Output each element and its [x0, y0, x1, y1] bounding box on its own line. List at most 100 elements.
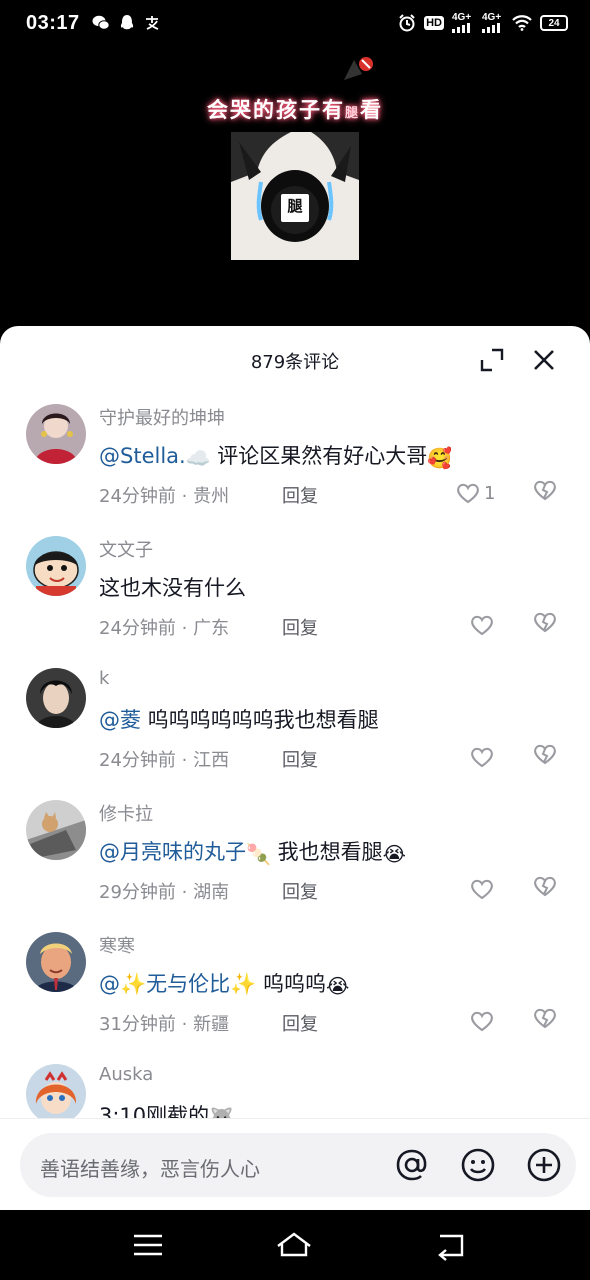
comment-text: 3:10刚截的🐺 — [99, 1100, 234, 1118]
comment-location: 贵州 — [193, 486, 230, 507]
comment-item: 文文子 这也木没有什么 24分钟前 · 广东 回复 — [0, 528, 590, 660]
comment-body: 这也木没有什么 — [99, 576, 246, 600]
comment-time: 24分钟前 — [99, 618, 176, 639]
comment-item: 守护最好的坤坤 @Stella.☁️ 评论区果然有好心大哥🥰 24分钟前 · 贵… — [0, 396, 590, 528]
comment-meta: 24分钟前 · 江西 — [99, 750, 230, 771]
comment-meta: 24分钟前 · 广东 — [99, 618, 230, 639]
back-button[interactable] — [430, 1228, 470, 1262]
avatar[interactable] — [26, 932, 86, 992]
avatar[interactable] — [26, 404, 86, 464]
status-time: 03:17 — [26, 11, 80, 34]
comment-item: 寒寒 @✨无与伦比✨ 呜呜呜😭 31分钟前 · 新疆 回复 — [0, 924, 590, 1056]
menu-button[interactable] — [128, 1228, 168, 1262]
video-player[interactable]: 会哭的孩子有腿看 腿 — [0, 46, 590, 328]
like-button[interactable]: 1 — [456, 478, 495, 508]
comment-username[interactable]: k — [99, 668, 109, 689]
comment-body: 3:10刚截的 — [99, 1104, 210, 1118]
avatar[interactable] — [26, 1064, 86, 1118]
comment-username[interactable]: 守护最好的坤坤 — [99, 404, 225, 430]
emoji-icon[interactable] — [460, 1147, 496, 1183]
comment-input-bar: 善语结善缘，恶言伤人心 — [0, 1118, 590, 1210]
heart-icon — [471, 747, 493, 768]
reply-button[interactable]: 回复 — [282, 1010, 318, 1036]
comment-sheet-header: 879条评论 — [0, 326, 590, 394]
comment-item: k @菱 呜呜呜呜呜呜我也想看腿 24分钟前 · 江西 回复 — [0, 660, 590, 792]
mention-link[interactable]: @Stella. — [99, 444, 186, 468]
video-caption-small: 腿 — [344, 106, 360, 121]
broken-heart-icon — [534, 480, 556, 501]
comment-list[interactable]: 守护最好的坤坤 @Stella.☁️ 评论区果然有好心大哥🥰 24分钟前 · 贵… — [0, 396, 590, 1118]
at-icon[interactable] — [394, 1147, 430, 1183]
qq-icon — [120, 14, 134, 32]
expand-icon — [480, 348, 504, 372]
video-caption-end: 看 — [360, 98, 383, 122]
video-caption: 会哭的孩子有腿看 — [0, 94, 590, 124]
avatar[interactable] — [26, 668, 86, 728]
comment-meta: 31分钟前 · 新疆 — [99, 1014, 230, 1035]
comment-body: 评论区果然有好心大哥 — [210, 444, 428, 468]
reply-button[interactable]: 回复 — [282, 746, 318, 772]
comment-text: 这也木没有什么 — [99, 572, 246, 602]
comment-body: 呜呜呜呜呜呜我也想看腿 — [141, 708, 379, 732]
dislike-button[interactable] — [532, 1006, 560, 1036]
reply-button[interactable]: 回复 — [282, 614, 318, 640]
like-button[interactable] — [470, 1006, 494, 1036]
back-icon — [438, 1234, 464, 1261]
dango-emoji: 🍡 — [246, 842, 271, 866]
comment-text: @✨无与伦比✨ 呜呜呜😭 — [99, 968, 349, 998]
meme-caption: 腿 — [287, 197, 303, 215]
comment-username[interactable]: 修卡拉 — [99, 800, 153, 826]
avatar[interactable] — [26, 800, 86, 860]
screen: 03:17 HD 4G+ 4G+ 24 会哭的孩子有腿看 腿 879条评论 守护… — [0, 0, 590, 1280]
like-button[interactable] — [470, 874, 494, 904]
alarm-icon — [398, 14, 416, 32]
comment-input[interactable]: 善语结善缘，恶言伤人心 — [20, 1133, 576, 1197]
reply-button[interactable]: 回复 — [282, 482, 318, 508]
comment-text: @月亮味的丸子🍡 我也想看腿😭 — [99, 836, 406, 866]
dislike-button[interactable] — [532, 478, 560, 508]
comment-username[interactable]: 寒寒 — [99, 932, 135, 958]
comment-meta: 29分钟前 · 湖南 — [99, 882, 230, 903]
comment-time: 24分钟前 — [99, 750, 176, 771]
comment-body: 呜呜呜 — [256, 972, 326, 996]
wifi-icon — [512, 15, 532, 31]
reply-button[interactable]: 回复 — [282, 878, 318, 904]
wechat-icon — [92, 15, 110, 31]
mention-link[interactable]: @✨无与伦比✨ — [99, 972, 256, 996]
broken-heart-icon — [534, 612, 556, 633]
crying-emoji: 😭 — [382, 842, 406, 866]
cat-meme-image: 腿 — [231, 132, 359, 260]
home-button[interactable] — [274, 1228, 314, 1262]
comment-time: 31分钟前 — [99, 1014, 176, 1035]
wolf-emoji: 🐺 — [209, 1106, 235, 1118]
plus-circle-icon[interactable] — [526, 1147, 562, 1183]
avatar[interactable] — [26, 536, 86, 596]
dislike-button[interactable] — [532, 742, 560, 772]
close-button[interactable] — [530, 346, 558, 374]
status-right: HD 4G+ 4G+ 24 — [398, 13, 568, 33]
comment-username[interactable]: 文文子 — [99, 536, 153, 562]
mention-link[interactable]: @菱 — [99, 708, 141, 732]
comment-meta: 24分钟前 · 贵州 — [99, 486, 230, 507]
signal-2-icon: 4G+ — [482, 13, 504, 33]
mention-link[interactable]: @月亮味的丸子 — [99, 840, 246, 864]
dislike-button[interactable] — [532, 610, 560, 640]
video-caption-main: 会哭的孩子有 — [206, 98, 345, 122]
close-icon — [534, 350, 554, 370]
like-button[interactable] — [470, 610, 494, 640]
comment-username[interactable]: Auska — [99, 1064, 153, 1085]
comment-body: 我也想看腿 — [270, 840, 383, 864]
dislike-button[interactable] — [532, 874, 560, 904]
broken-heart-icon — [534, 876, 556, 897]
alipay-icon — [144, 15, 160, 31]
menu-icon — [134, 1234, 162, 1256]
status-bar: 03:17 HD 4G+ 4G+ 24 — [0, 0, 590, 46]
expand-button[interactable] — [478, 346, 506, 374]
comment-time: 29分钟前 — [99, 882, 176, 903]
broken-heart-icon — [534, 744, 556, 765]
like-button[interactable] — [470, 742, 494, 772]
cloud-emoji: ☁️ — [185, 446, 211, 470]
network-type-1: 4G+ — [452, 12, 472, 23]
system-nav-bar — [0, 1210, 590, 1280]
sticker-icon — [340, 54, 374, 84]
